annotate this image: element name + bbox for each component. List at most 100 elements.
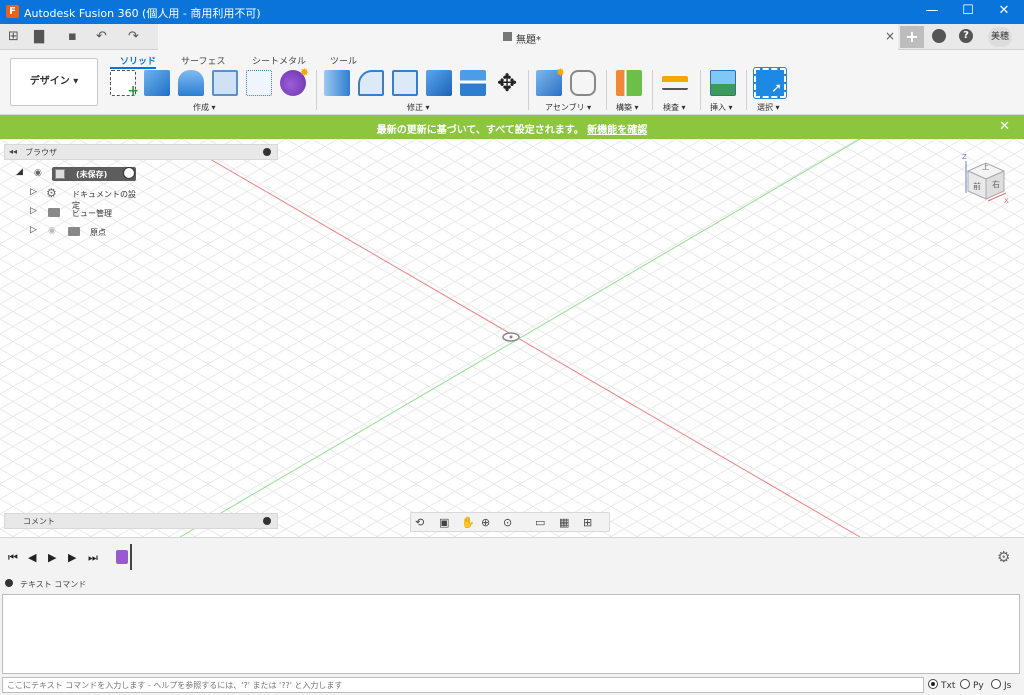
timeline-last-button[interactable]: ⏭ [88, 551, 98, 565]
timeline-marker[interactable] [130, 544, 132, 570]
joint-icon[interactable] [570, 70, 596, 96]
fit-zoom-icon[interactable]: ⊙ [503, 516, 512, 529]
comments-panel-header[interactable]: コメント [4, 513, 278, 529]
insert-image-icon[interactable] [710, 70, 736, 96]
grid-menu-icon[interactable]: ⊞ [8, 29, 19, 44]
offset-plane-icon[interactable] [616, 70, 642, 96]
expand-icon[interactable]: ◢ [16, 167, 23, 177]
job-status-icon[interactable] [932, 29, 946, 43]
mode-radio-py[interactable]: Py [960, 679, 984, 691]
redo-icon[interactable]: ↷ [128, 29, 139, 44]
expand-icon[interactable]: ▷ [30, 225, 37, 235]
file-icon[interactable]: ▇ [34, 29, 44, 44]
canvas-viewport[interactable]: 上 前 右 Z X ◂◂ ブラウザ ◢ ◉ (未保存) ▷ ⚙ ドキュメントの設… [0, 139, 1024, 537]
browser-panel-header[interactable]: ◂◂ ブラウザ [4, 144, 278, 160]
form-icon[interactable]: ✸ [280, 66, 309, 96]
orbit-icon[interactable]: ⟲ [415, 516, 424, 529]
activate-radio-icon[interactable] [123, 167, 135, 179]
display-settings-icon[interactable]: ▭ [535, 516, 545, 529]
select-icon[interactable]: ➚ [753, 67, 787, 99]
pan-hand-icon[interactable]: ✋ [461, 516, 475, 529]
shell-icon[interactable] [426, 70, 452, 96]
new-component-icon[interactable]: ✸ [536, 66, 565, 96]
tree-item-document-settings[interactable]: ▷ ⚙ ドキュメントの設定 [30, 186, 140, 210]
update-banner: 最新の更新に基づいて、すべて設定されます。 新機能を確認 ✕ [0, 115, 1024, 139]
text-command-panel: テキスト コマンド Txt Py Js [0, 576, 1024, 695]
comments-title: コメント [23, 517, 55, 526]
tab-sheet-metal[interactable]: シートメタル [252, 54, 306, 67]
chamfer-icon[interactable] [392, 70, 418, 96]
tab-surface[interactable]: サーフェス [181, 54, 225, 67]
look-at-icon[interactable]: ▣ [439, 516, 449, 529]
help-icon[interactable]: ? [959, 29, 973, 43]
banner-message: 最新の更新に基づいて、すべて設定されます。 [376, 125, 584, 136]
press-pull-icon[interactable] [324, 70, 350, 96]
construct-group-label[interactable]: 構築 ▾ [616, 102, 639, 113]
pattern-icon[interactable] [246, 70, 272, 96]
workspace-switcher[interactable]: デザイン ▾ [10, 58, 98, 106]
minimize-button[interactable]: — [914, 0, 950, 24]
modify-group-label[interactable]: 修正 ▾ [407, 102, 430, 113]
move-icon[interactable]: ✥ [494, 70, 520, 96]
timeline-play-button[interactable]: ▶ [48, 551, 56, 564]
inspect-group-label[interactable]: 検査 ▾ [663, 102, 686, 113]
document-tab[interactable]: 無題* × [158, 24, 898, 50]
browser-pin-icon[interactable] [263, 148, 271, 156]
browser-title: ブラウザ [25, 148, 57, 157]
hole-icon[interactable] [212, 70, 238, 96]
timeline-feature-icon[interactable] [116, 550, 128, 564]
timeline-next-button[interactable]: ▶ [68, 551, 76, 564]
new-tab-button[interactable]: + [900, 26, 924, 48]
zoom-icon[interactable]: ⊕ [481, 516, 490, 529]
insert-group-label[interactable]: 挿入 ▾ [710, 102, 733, 113]
create-sketch-icon[interactable]: + [110, 70, 139, 99]
save-icon[interactable]: ▪ [68, 29, 77, 44]
user-avatar[interactable]: 美穂 [988, 27, 1012, 47]
tree-item-label: 原点 [90, 228, 106, 237]
grid-settings-icon[interactable]: ▦ [559, 516, 569, 529]
timeline-first-button[interactable]: ⏮ [8, 551, 18, 565]
hidden-eye-icon[interactable]: ◉ [48, 226, 56, 236]
timeline-prev-button[interactable]: ◀ [28, 551, 36, 564]
measure-icon[interactable] [662, 76, 688, 90]
timeline-settings-icon[interactable]: ⚙ [997, 548, 1010, 566]
banner-close-icon[interactable]: ✕ [999, 119, 1010, 134]
fillet-icon[interactable] [358, 70, 384, 96]
mode-radio-js[interactable]: Js [991, 679, 1011, 691]
viewports-icon[interactable]: ⊞ [583, 516, 592, 529]
tree-item-named-views[interactable]: ▷ ビュー管理 [30, 206, 140, 220]
visibility-eye-icon[interactable]: ◉ [34, 168, 42, 178]
text-command-header[interactable]: テキスト コマンド [0, 576, 1024, 592]
view-cube-right[interactable]: 右 [992, 179, 1000, 190]
mode-radio-txt[interactable]: Txt [928, 679, 955, 691]
view-cube-front[interactable]: 前 [973, 181, 981, 192]
select-group-label[interactable]: 選択 ▾ [757, 102, 780, 113]
text-command-input[interactable] [2, 677, 924, 693]
undo-icon[interactable]: ↶ [96, 29, 107, 44]
revolve-icon[interactable] [178, 70, 204, 96]
ribbon-divider [652, 70, 653, 110]
tab-solid[interactable]: ソリッド [120, 54, 156, 67]
text-command-output[interactable] [2, 594, 1020, 674]
tree-root-item[interactable]: ◢ ◉ (未保存) [16, 167, 136, 181]
split-body-icon[interactable] [460, 70, 486, 96]
comments-pin-icon[interactable] [263, 517, 271, 525]
expand-icon[interactable]: ▷ [30, 187, 37, 197]
assemble-group-label[interactable]: アセンブリ ▾ [545, 102, 591, 113]
ribbon-divider [528, 70, 529, 110]
component-icon [55, 169, 65, 179]
maximize-button[interactable]: ☐ [950, 0, 986, 24]
tab-tools[interactable]: ツール [330, 54, 357, 67]
document-cube-icon [503, 32, 512, 41]
expand-icon[interactable]: ▷ [30, 206, 37, 216]
extrude-icon[interactable] [144, 70, 170, 96]
document-tab-close-icon[interactable]: × [885, 29, 895, 43]
view-cube[interactable]: 上 前 右 Z X [962, 153, 1010, 205]
collapse-icon[interactable] [5, 579, 13, 587]
create-group-label[interactable]: 作成 ▾ [193, 102, 216, 113]
tree-item-origin[interactable]: ▷ ◉ 原点 [30, 225, 130, 239]
browser-collapse-icon[interactable]: ◂◂ [9, 147, 17, 156]
view-cube-top[interactable]: 上 [982, 162, 989, 172]
whats-new-link[interactable]: 新機能を確認 [587, 125, 647, 136]
close-button[interactable]: ✕ [986, 0, 1022, 24]
